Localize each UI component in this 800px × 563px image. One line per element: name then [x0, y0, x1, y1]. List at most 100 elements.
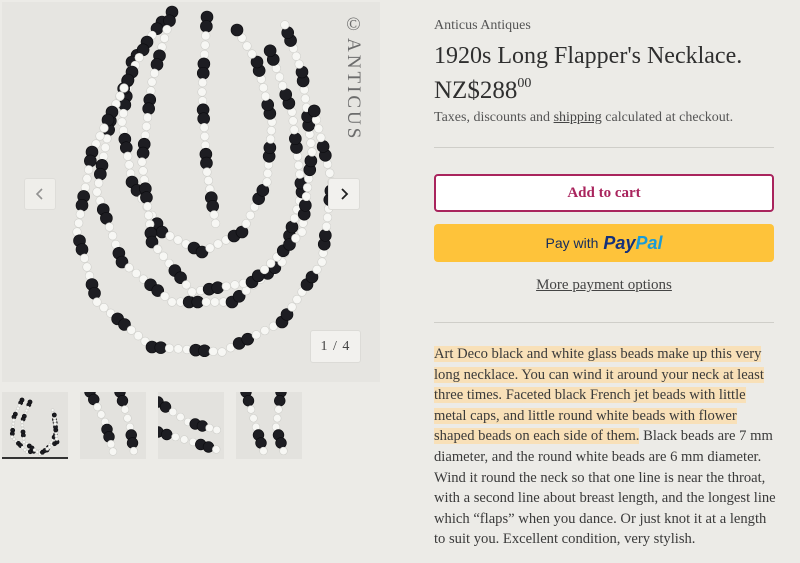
white-bead — [322, 212, 333, 223]
black-bead — [75, 199, 89, 212]
white-bead — [274, 405, 283, 414]
black-bead — [304, 154, 318, 168]
black-bead — [202, 441, 215, 453]
black-bead — [197, 112, 210, 125]
white-bead — [53, 419, 57, 423]
white-bead — [11, 421, 16, 426]
white-bead — [20, 420, 24, 424]
white-bead — [246, 405, 256, 414]
white-bead — [84, 165, 94, 175]
pay-with-label: Pay with — [545, 235, 599, 251]
white-bead — [241, 219, 251, 229]
black-bead — [163, 14, 176, 28]
anticus-watermark: ©ANTICUS — [343, 14, 364, 142]
white-bead — [274, 72, 285, 82]
white-bead — [249, 414, 258, 423]
white-bead — [99, 303, 109, 313]
more-payment-options-link[interactable]: More payment options — [434, 277, 774, 294]
white-bead — [280, 20, 290, 30]
white-bead — [260, 325, 270, 336]
vendor-name: Anticus Antiques — [434, 18, 531, 33]
white-bead — [213, 239, 223, 249]
black-bead — [279, 88, 293, 101]
product-description: Art Deco black and white glass beads mak… — [434, 344, 776, 550]
white-bead — [106, 440, 116, 449]
price-cents: 00 — [517, 76, 532, 91]
black-bead — [263, 44, 277, 58]
white-bead — [262, 177, 272, 187]
chevron-left-icon — [35, 188, 43, 200]
white-bead — [171, 432, 180, 442]
white-bead — [99, 123, 109, 133]
white-bead — [212, 425, 221, 435]
tax-text-after: calculated at checkout. — [601, 110, 734, 125]
white-bead — [35, 450, 40, 454]
thumbnail-2[interactable] — [80, 392, 146, 459]
white-bead — [97, 410, 106, 419]
shipping-link[interactable]: shipping — [554, 110, 602, 125]
thumbnail-1[interactable] — [2, 392, 68, 459]
thumbnail-3[interactable] — [158, 392, 224, 459]
black-bead — [100, 211, 113, 225]
black-bead — [196, 66, 210, 80]
thumbnail-image — [84, 392, 139, 456]
white-bead — [242, 41, 252, 51]
white-bead — [115, 91, 125, 101]
white-bead — [153, 244, 163, 254]
black-bead — [140, 191, 153, 204]
black-bead — [230, 23, 244, 37]
paypal-logo-part1: Pay — [603, 232, 636, 253]
black-bead — [200, 156, 213, 170]
black-bead — [126, 437, 139, 449]
white-bead — [75, 209, 85, 219]
white-bead — [118, 108, 129, 119]
white-bead — [200, 40, 210, 50]
add-to-cart-button[interactable]: Add to cart — [434, 174, 774, 212]
white-bead — [120, 405, 130, 414]
white-bead — [230, 280, 240, 290]
white-bead — [108, 447, 118, 456]
white-bead — [302, 182, 313, 193]
white-bead — [201, 31, 211, 41]
product-main-image[interactable]: ©ANTICUS 1 / 4 — [2, 2, 380, 382]
white-bead — [202, 167, 212, 177]
black-bead — [289, 132, 302, 145]
white-bead — [251, 330, 261, 340]
white-bead — [126, 325, 136, 335]
black-bead — [285, 220, 299, 234]
black-bead — [75, 243, 89, 256]
paypal-logo-part2: Pal — [635, 232, 663, 253]
white-bead — [321, 221, 332, 232]
white-bead — [95, 131, 105, 141]
thumbnail-strip — [2, 392, 302, 459]
black-bead — [116, 395, 129, 407]
white-bead — [93, 402, 102, 412]
white-bead — [24, 408, 29, 413]
white-bead — [94, 178, 104, 188]
black-bead — [261, 98, 275, 112]
white-bead — [200, 131, 210, 142]
white-bead — [278, 81, 288, 91]
black-bead — [275, 437, 287, 449]
white-bead — [325, 168, 335, 178]
previous-image-button[interactable] — [24, 178, 56, 210]
black-bead — [307, 104, 321, 118]
white-bead — [210, 297, 220, 307]
white-bead — [11, 418, 16, 423]
black-bead — [255, 437, 267, 449]
black-bead — [242, 395, 255, 407]
white-bead — [162, 24, 172, 35]
white-bead — [294, 160, 304, 170]
white-bead — [149, 68, 160, 78]
white-bead — [176, 412, 185, 422]
thumbnail-4[interactable] — [236, 392, 302, 459]
white-bead — [209, 210, 219, 220]
white-bead — [123, 151, 133, 161]
tax-note: Taxes, discounts and shipping calculated… — [434, 110, 733, 126]
white-bead — [173, 344, 183, 354]
next-image-button[interactable] — [328, 178, 360, 210]
white-bead — [54, 437, 59, 441]
paypal-button[interactable]: Pay with PayPal — [434, 224, 774, 262]
white-bead — [144, 210, 154, 220]
black-bead — [316, 140, 330, 153]
